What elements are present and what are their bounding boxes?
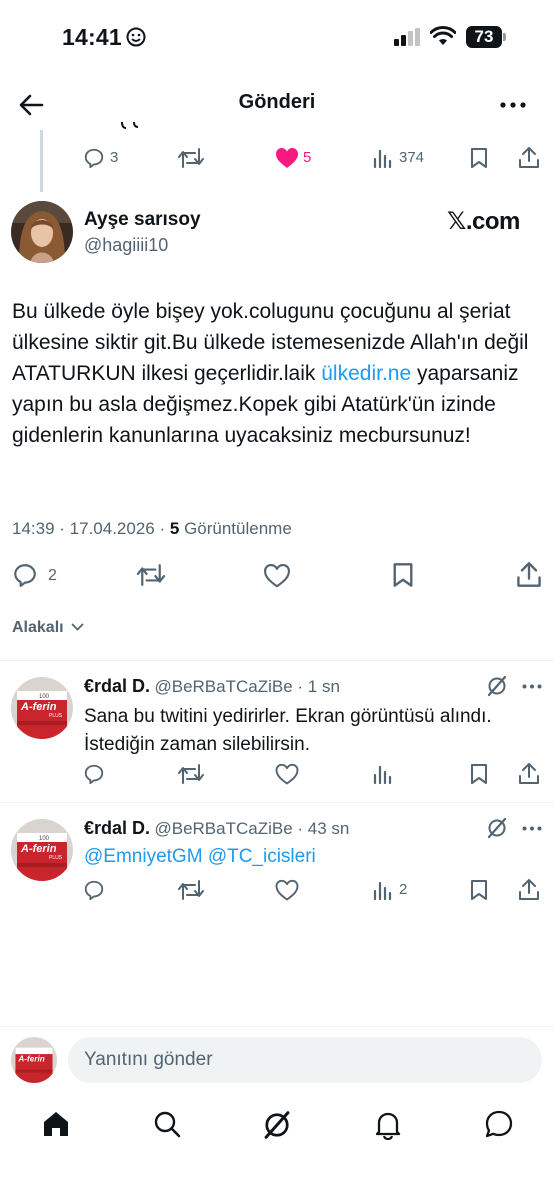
avatar-box-plus: PLUS: [49, 713, 63, 719]
compose-avatar: A-ferin: [11, 1037, 57, 1083]
author-name[interactable]: Ayşe sarısoy: [84, 209, 201, 231]
reply-header: €rdal D. @BeRBaTCaZiBe · 1 sn: [84, 676, 340, 696]
tweet-date: 17.04.2026: [69, 519, 155, 538]
reply-avatar[interactable]: 100 A-ferin PLUS: [11, 819, 73, 881]
like-icon[interactable]: [275, 763, 299, 785]
divider: [0, 660, 554, 661]
more-icon[interactable]: [522, 826, 542, 831]
reply-icon[interactable]: [83, 147, 105, 169]
cellular-signal-icon: [394, 28, 422, 46]
search-icon[interactable]: [153, 1110, 181, 1138]
more-icon[interactable]: [500, 102, 526, 108]
bookmark-icon[interactable]: [470, 147, 488, 169]
avatar-box-brand: A-ferin: [17, 1054, 44, 1063]
reply-author-name[interactable]: €rdal D.: [84, 676, 150, 696]
divider: [0, 1026, 554, 1027]
bookmark-icon[interactable]: [470, 763, 488, 785]
parent-tweet-actions: 3 5 374: [0, 145, 554, 171]
reply-author-handle[interactable]: @BeRBaTCaZiBe: [154, 819, 292, 838]
grok-icon[interactable]: [486, 817, 508, 839]
like-filled-icon[interactable]: [275, 147, 299, 169]
tweet-time: 14:39: [12, 519, 55, 538]
reply-icon[interactable]: [83, 763, 105, 785]
avatar-box-plus: PLUS: [49, 855, 63, 861]
more-icon[interactable]: [522, 684, 542, 689]
avatar-box-brand: A-ferin: [20, 701, 57, 713]
reply-icon[interactable]: [83, 879, 105, 901]
related-label: Alakalı: [12, 619, 64, 636]
retweet-icon[interactable]: [136, 563, 166, 587]
source-badge: 𝕏.com: [447, 208, 520, 235]
reply-avatar[interactable]: 100 A-ferin PLUS: [11, 677, 73, 739]
messages-icon[interactable]: [484, 1109, 514, 1139]
bookmark-icon[interactable]: [392, 562, 414, 588]
focus-smiley-icon: [126, 27, 146, 47]
avatar-box-text: 100: [39, 836, 50, 842]
reply-time: 43 sn: [307, 819, 350, 838]
grok-icon[interactable]: [262, 1110, 292, 1140]
share-icon[interactable]: [518, 878, 540, 901]
reply-icon[interactable]: [12, 562, 38, 588]
parent-like-count: 5: [303, 149, 312, 166]
reply-input[interactable]: Yanıtını gönder: [68, 1037, 542, 1083]
like-icon[interactable]: [275, 879, 299, 901]
parent-reply-count: 3: [110, 149, 119, 166]
reply-view-count: 2: [399, 881, 408, 898]
author-avatar[interactable]: [11, 201, 73, 263]
cut-off-text: [120, 122, 160, 130]
reply-author-handle[interactable]: @BeRBaTCaZiBe: [154, 677, 292, 696]
reply-input-placeholder: Yanıtını gönder: [84, 1049, 213, 1070]
share-icon[interactable]: [516, 561, 542, 588]
bookmark-icon[interactable]: [470, 879, 488, 901]
page-title: Gönderi: [238, 91, 316, 113]
tweet-link[interactable]: ülkedir.ne: [321, 362, 411, 385]
retweet-icon[interactable]: [178, 879, 204, 901]
views-icon[interactable]: [373, 764, 393, 784]
wifi-icon: [430, 26, 456, 46]
reply-header: €rdal D. @BeRBaTCaZiBe · 43 sn: [84, 818, 350, 838]
tweet-actions: 2: [0, 561, 554, 589]
notifications-icon[interactable]: [374, 1110, 402, 1140]
home-icon[interactable]: [42, 1110, 70, 1138]
grok-icon[interactable]: [486, 675, 508, 697]
tweet-meta: 14:39 · 17.04.2026 · 5 Görüntülenme: [12, 519, 292, 538]
mention-link[interactable]: @EmniyetGM: [84, 846, 203, 867]
retweet-icon[interactable]: [178, 763, 204, 785]
tweet-text: Bu ülkede öyle bişey yok.colugunu çocuğu…: [12, 296, 542, 451]
reply-actions: [0, 763, 554, 787]
share-icon[interactable]: [518, 762, 540, 785]
author-handle[interactable]: @hagiiii10: [84, 235, 168, 256]
avatar-box-brand: A-ferin: [20, 843, 57, 855]
battery-indicator: 73: [466, 26, 506, 48]
views-label[interactable]: Görüntülenme: [184, 519, 292, 538]
divider: [0, 802, 554, 803]
views-icon[interactable]: [373, 880, 393, 900]
reply-text: @EmniyetGM @TC_icisleri: [84, 843, 524, 871]
reply-author-name[interactable]: €rdal D.: [84, 818, 150, 838]
status-time: 14:41: [62, 24, 122, 50]
related-sort-button[interactable]: Alakalı: [12, 619, 84, 637]
tweet-reply-count: 2: [48, 567, 57, 584]
mention-link[interactable]: @TC_icisleri: [208, 846, 316, 867]
tweet-view-count: 5: [169, 519, 180, 538]
reply-actions: 2: [0, 879, 554, 903]
retweet-icon[interactable]: [178, 147, 204, 169]
chevron-down-icon: [71, 623, 84, 631]
avatar-box-text: 100: [39, 694, 50, 700]
share-icon[interactable]: [518, 146, 540, 169]
reply-text: Sana bu twitini yedirirler. Ekran görünt…: [84, 706, 492, 755]
reply-time: 1 sn: [307, 677, 340, 696]
views-icon[interactable]: [373, 148, 393, 168]
battery-level: 73: [474, 27, 494, 46]
like-icon[interactable]: [263, 563, 291, 588]
parent-view-count: 374: [399, 149, 425, 166]
